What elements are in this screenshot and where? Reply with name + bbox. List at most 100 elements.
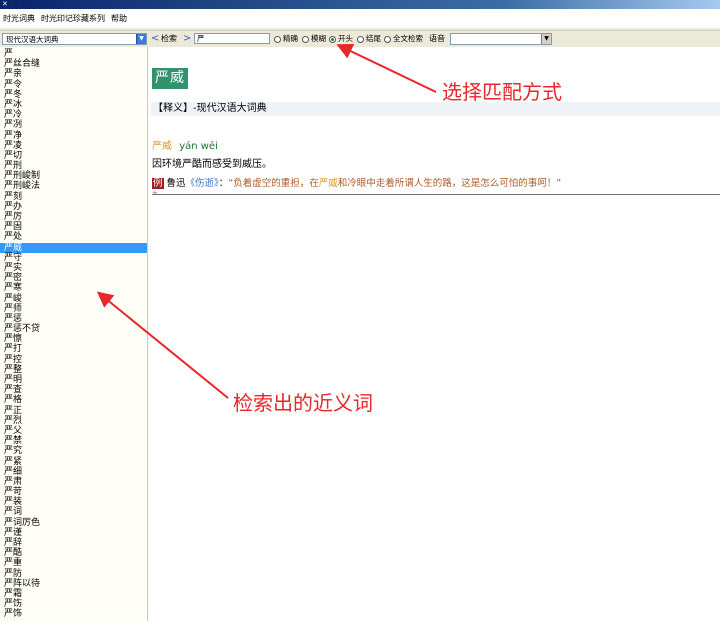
word-list-item[interactable]: 严丝合缝 — [0, 59, 147, 69]
section-heading: 【释义】-现代汉语大词典 — [151, 102, 720, 116]
back-arrow-icon[interactable]: < — [151, 32, 159, 45]
headword-title: 严威 — [152, 68, 188, 89]
word-list-item[interactable]: 严威 — [0, 242, 147, 253]
menu-item-help[interactable]: 帮助 — [111, 13, 127, 24]
word-list-item[interactable]: 严禁 — [0, 436, 147, 446]
word-list-item[interactable]: 严阵以待 — [0, 579, 147, 589]
radio-label: 开头 — [338, 34, 353, 43]
word-list-item[interactable]: 严冽 — [0, 120, 147, 130]
radio-button[interactable] — [274, 35, 281, 43]
word-list-item[interactable]: 严打 — [0, 344, 147, 354]
radio-button[interactable] — [357, 35, 364, 43]
word-list-item[interactable]: 严控 — [0, 355, 147, 365]
word-list-item[interactable]: 严查 — [0, 385, 147, 395]
word-list-item[interactable]: 严肃 — [0, 477, 147, 487]
radio-label: 全文检索 — [393, 34, 423, 43]
word-list-item[interactable]: 严冬 — [0, 90, 147, 100]
example-badge: 例 — [152, 178, 164, 189]
menu-bar: 时光词典 时光印记珍藏系列 帮助 — [0, 9, 720, 28]
word-list-item[interactable]: 严烈 — [0, 416, 147, 426]
chevron-down-icon[interactable]: ▼ — [136, 34, 146, 44]
example-quote-highlight: 严威 — [318, 178, 338, 189]
word-list-item[interactable]: 严格 — [0, 395, 147, 405]
menu-item-collection[interactable]: 时光印记珍藏系列 — [41, 13, 105, 24]
example-author: 鲁迅 — [166, 178, 186, 189]
radio-suffix-match[interactable]: 结尾 — [357, 34, 381, 44]
word-list-item[interactable]: 严饬 — [0, 599, 147, 609]
word-list-item[interactable]: 严父 — [0, 426, 147, 436]
forward-arrow-icon[interactable]: > — [183, 32, 191, 45]
word-list-item[interactable]: 严刻 — [0, 192, 147, 202]
example-colon: ： — [218, 178, 229, 189]
word-list-item[interactable]: 严峻 — [0, 294, 147, 304]
radio-prefix-match[interactable]: 开头 — [329, 34, 353, 44]
word-list[interactable]: 严严丝合缝 严亲 严令 严冬 严冰 严冷 严冽 严净 严凌 严切 严刑 严刑峻制 严刑峻法 严刻 严办 严厉严… — [0, 47, 147, 620]
entry-line: 严威 yán wēi — [152, 140, 218, 153]
word-list-item[interactable]: 严固 — [0, 222, 147, 232]
search-label: 检索 — [161, 34, 177, 43]
word-list-item[interactable]: 严辞 — [0, 538, 147, 548]
dictionary-select[interactable]: 现代汉语大词典 ▼ — [2, 33, 147, 45]
word-list-item[interactable]: 严正 — [0, 406, 147, 416]
definition-text: 因环境严酷而感受到威压。 — [152, 159, 272, 170]
example-quote-end: 和冷眼中走着所谓人生的路，这是怎么可怕的事呵！” — [337, 178, 562, 189]
word-list-item[interactable]: 严紧 — [0, 457, 147, 467]
word-list-item[interactable]: 严厉 — [0, 212, 147, 222]
word-list-item[interactable]: 严 — [0, 49, 147, 59]
word-list-item[interactable]: 严守 — [0, 253, 147, 263]
entry-pinyin: yán wēi — [179, 141, 218, 152]
word-list-item[interactable]: 严饰 — [0, 609, 147, 619]
radio-fulltext-search[interactable]: 全文检索 — [384, 34, 423, 44]
search-toolbar: 现代汉语大词典 ▼ < 检索 > 严 精确 模糊 开头 结尾 全文检索 语音 ▼ — [0, 31, 720, 47]
word-list-item[interactable]: 严实 — [0, 263, 147, 273]
word-list-item[interactable]: 严惩 — [0, 314, 147, 324]
word-list-item[interactable]: 严令 — [0, 80, 147, 90]
word-list-item[interactable]: 严冰 — [0, 100, 147, 110]
word-list-item[interactable]: 严防 — [0, 569, 147, 579]
word-list-item[interactable]: 严细 — [0, 467, 147, 477]
word-list-item[interactable]: 严懔 — [0, 334, 147, 344]
word-list-item[interactable]: 严刑峻制 — [0, 171, 147, 181]
entry-end-rule — [152, 189, 720, 197]
menu-item-dictionary[interactable]: 时光词典 — [3, 13, 35, 24]
word-list-item[interactable]: 严明 — [0, 375, 147, 385]
word-list-item[interactable]: 严霜 — [0, 589, 147, 599]
word-list-item[interactable]: 严刑 — [0, 161, 147, 171]
word-list-item[interactable]: 严凌 — [0, 141, 147, 151]
word-list-item[interactable]: 严装 — [0, 497, 147, 507]
word-list-item[interactable]: 严词厉色 — [0, 518, 147, 528]
word-list-item[interactable]: 严切 — [0, 151, 147, 161]
word-list-item[interactable]: 严苛 — [0, 487, 147, 497]
word-list-item[interactable]: 严师 — [0, 304, 147, 314]
example-work[interactable]: 《伤逝》 — [186, 178, 219, 189]
word-list-item[interactable]: 严究 — [0, 446, 147, 456]
word-list-item[interactable]: 严谨 — [0, 528, 147, 538]
word-list-item[interactable]: 严冷 — [0, 110, 147, 120]
word-list-item[interactable]: 严词 — [0, 507, 147, 517]
word-list-item[interactable]: 严刑峻法 — [0, 181, 147, 191]
word-list-item[interactable]: 严亲 — [0, 69, 147, 79]
word-list-item[interactable]: 严净 — [0, 131, 147, 141]
radio-button[interactable] — [302, 35, 309, 43]
radio-button[interactable] — [384, 35, 391, 43]
word-list-item[interactable]: 严整 — [0, 365, 147, 375]
radio-label: 结尾 — [366, 34, 381, 43]
app-icon: ✕ — [2, 0, 8, 8]
radio-button[interactable] — [329, 35, 336, 43]
word-list-item[interactable]: 严酷 — [0, 548, 147, 558]
word-list-panel[interactable]: 严严丝合缝 严亲 严令 严冬 严冰 严冷 严冽 严净 严凌 严切 严刑 严刑峻制 严刑峻法 严刻 严办 严厉严… — [0, 47, 148, 621]
word-list-item[interactable]: 严处 — [0, 232, 147, 242]
entry-content-panel: 严威 【释义】-现代汉语大词典 严威 yán wēi 因环境严酷而感受到威压。 … — [149, 47, 720, 621]
chevron-down-icon[interactable]: ▼ — [541, 34, 551, 44]
word-list-item[interactable]: 严重 — [0, 558, 147, 568]
audio-select[interactable]: ▼ — [450, 33, 552, 45]
word-list-item[interactable]: 严办 — [0, 202, 147, 212]
radio-exact-match[interactable]: 精确 — [274, 34, 298, 44]
radio-fuzzy-match[interactable]: 模糊 — [302, 34, 326, 44]
annotation-match-mode: 选择匹配方式 — [442, 80, 562, 104]
audio-label: 语音 — [429, 34, 445, 43]
word-list-item[interactable]: 严密 — [0, 273, 147, 283]
search-input[interactable]: 严 — [194, 33, 270, 44]
word-list-item[interactable]: 严寒 — [0, 283, 147, 293]
word-list-item[interactable]: 严惩不贷 — [0, 324, 147, 334]
